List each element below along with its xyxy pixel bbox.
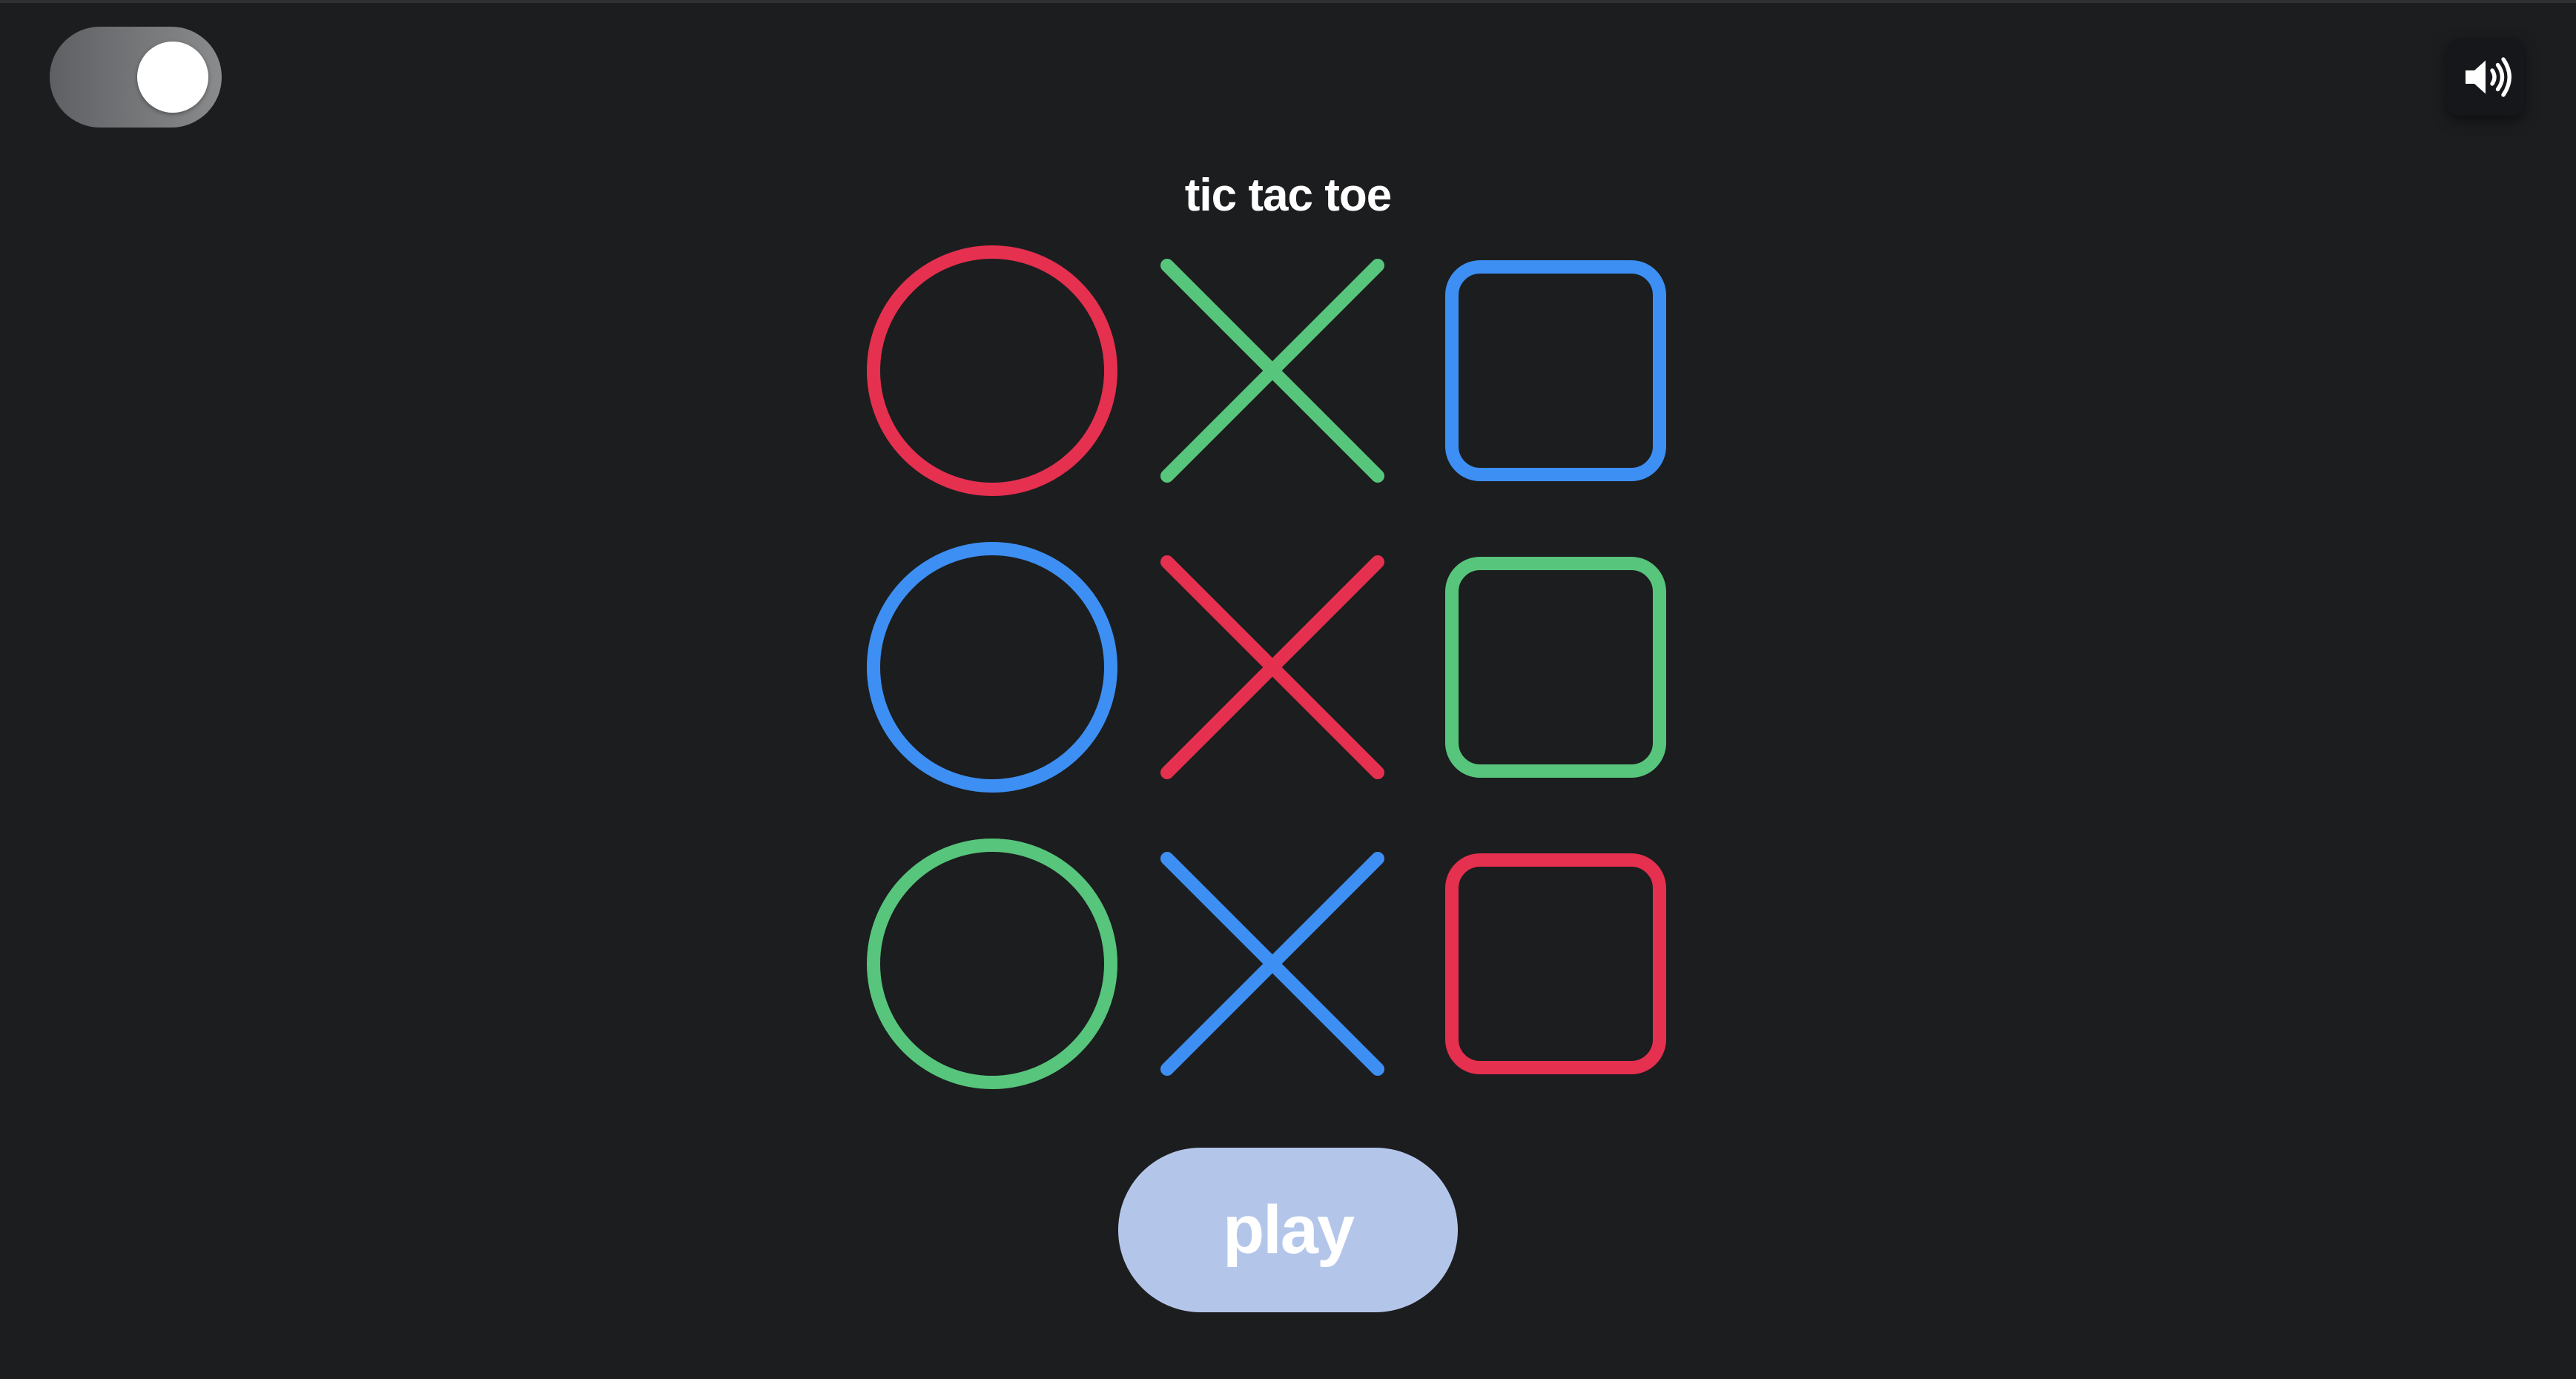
game-screen: tic tac toe play — [0, 0, 2576, 1379]
cross-mark — [1160, 555, 1384, 779]
speaker-volume-icon — [2466, 57, 2511, 97]
board-cell-3-2[interactable] — [1160, 852, 1384, 1076]
cross-mark — [1160, 852, 1384, 1076]
circle-mark — [867, 245, 1117, 496]
board-cell-2-2[interactable] — [1160, 555, 1384, 779]
square-mark — [1445, 853, 1666, 1074]
cross-mark — [1160, 259, 1384, 483]
play-button[interactable]: play — [1118, 1148, 1458, 1312]
game-title: tic tac toe — [1184, 170, 1392, 221]
sound-button[interactable] — [2447, 39, 2524, 116]
square-mark — [1445, 260, 1666, 481]
board-cell-2-3[interactable] — [1445, 557, 1666, 778]
toggle-knob — [137, 42, 208, 113]
theme-toggle[interactable] — [50, 27, 222, 128]
board-cell-1-3[interactable] — [1445, 260, 1666, 481]
square-mark — [1445, 557, 1666, 778]
board-graphic — [867, 245, 1666, 1089]
circle-mark — [867, 839, 1117, 1089]
board-cell-2-1[interactable] — [867, 542, 1117, 793]
board-cell-1-1[interactable] — [867, 245, 1117, 496]
game-board — [860, 237, 1691, 1097]
board-cell-3-3[interactable] — [1445, 853, 1666, 1074]
board-cell-1-2[interactable] — [1160, 259, 1384, 483]
board-cell-3-1[interactable] — [867, 839, 1117, 1089]
circle-mark — [867, 542, 1117, 793]
